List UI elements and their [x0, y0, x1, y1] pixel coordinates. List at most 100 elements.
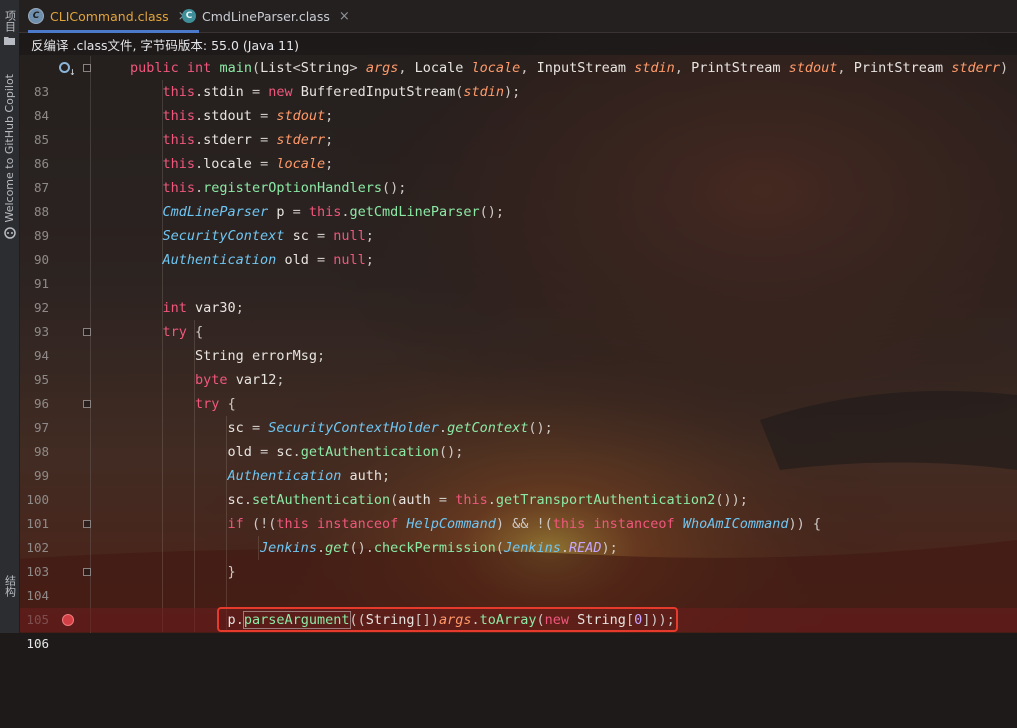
code-line: 86 this.stderr = stderr;: [19, 128, 1017, 171]
tab-cmdlineparser[interactable]: C CmdLineParser.class ×: [182, 0, 350, 32]
tab-label: CmdLineParser.class: [202, 8, 330, 24]
breakpoint-icon[interactable]: [62, 614, 74, 626]
code-token: PrintStream: [853, 60, 944, 76]
code-punctuation: =: [260, 156, 269, 172]
code-token: stderr: [951, 60, 1001, 76]
code-punctuation: .: [195, 108, 204, 124]
code-token: old: [284, 252, 309, 268]
code-punctuation: ,: [837, 60, 846, 76]
code-punctuation: .: [195, 180, 204, 196]
code-punctuation: ;: [325, 156, 334, 172]
code-token: SecurityContext: [162, 228, 285, 244]
code-line: 85 this.stdout = stdout;: [19, 104, 1017, 147]
code-token: getAuthentication: [300, 444, 439, 460]
code-token: locale: [471, 60, 521, 76]
code-punctuation: .: [195, 84, 204, 100]
code-punctuation: ;: [276, 372, 285, 388]
code-token: byte: [195, 372, 228, 388]
code-punctuation: ) && !(: [495, 516, 553, 532]
code-line: 88 this.registerOptionHandlers();: [19, 176, 1017, 219]
code-token: public: [130, 60, 179, 76]
class-file-icon: C: [28, 8, 44, 24]
code-token: main: [219, 60, 252, 76]
code-punctuation: ();: [381, 180, 407, 196]
code-punctuation: ();: [479, 204, 504, 220]
code-token: get: [325, 540, 350, 556]
code-token: InputStream: [536, 60, 627, 76]
code-punctuation: ;: [365, 252, 374, 268]
code-text: int var30;: [130, 296, 244, 320]
fold-icon[interactable]: [83, 328, 91, 336]
code-token: p: [276, 204, 285, 220]
code-token: this: [308, 204, 342, 220]
class-file-icon: C: [182, 9, 196, 23]
line-number: 106: [26, 636, 49, 651]
code-line: 89 CmdLineParser p = this.getCmdLinePars…: [19, 200, 1017, 243]
structure-tool-button[interactable]: 结构: [0, 575, 19, 597]
code-punctuation: =: [251, 420, 261, 436]
code-punctuation: );: [503, 84, 521, 100]
code-punctuation: .: [341, 204, 350, 220]
code-punctuation: .: [195, 156, 204, 172]
code-punctuation: .: [292, 444, 301, 460]
code-punctuation: }: [227, 564, 236, 580]
code-token: null: [333, 252, 366, 268]
fold-icon[interactable]: [83, 400, 91, 408]
code-punctuation: =: [260, 108, 269, 124]
code-token: getContext: [447, 420, 529, 436]
code-token: getTransportAuthentication2: [495, 492, 716, 508]
code-token: int: [186, 60, 212, 76]
code-text: SecurityContext sc = null;: [130, 224, 374, 248]
fold-icon[interactable]: [83, 568, 91, 576]
code-token: Authentication: [227, 468, 342, 484]
code-line: 92: [19, 272, 1017, 315]
code-punctuation: (: [495, 540, 504, 556]
tab-clicommand[interactable]: C CLICommand.class ×: [28, 0, 199, 33]
code-token: stdout: [788, 60, 838, 76]
code-punctuation: (: [251, 60, 261, 76]
project-label: 项目: [3, 10, 17, 32]
code-line: 104 }: [19, 560, 1017, 603]
code-token: this: [552, 516, 586, 532]
code-line: 103 Jenkins.get().checkPermission(Jenkin…: [19, 536, 1017, 579]
code-text: sc = SecurityContextHolder.getContext();: [130, 416, 553, 440]
code-token: READ: [568, 540, 602, 556]
code-punctuation: .: [195, 132, 204, 148]
code-text: this.stderr = stderr;: [130, 128, 334, 152]
fold-icon[interactable]: [83, 64, 91, 72]
code-token: String: [195, 348, 244, 364]
code-token: checkPermission: [373, 540, 496, 556]
code-punctuation: {: [195, 324, 204, 340]
code-line: 99 old = sc.getAuthentication();: [19, 440, 1017, 483]
code-punctuation: .: [560, 540, 569, 556]
code-token: auth: [398, 492, 431, 508]
code-token: BufferedInputStream: [300, 84, 456, 100]
code-punctuation: (!(: [251, 516, 277, 532]
code-punctuation: {: [227, 396, 236, 412]
code-token: try: [195, 396, 220, 412]
code-token: SecurityContextHolder: [268, 420, 439, 436]
code-text: this.stdout = stdout;: [130, 104, 334, 128]
copilot-tool-button[interactable]: Welcome to GitHub Copilot: [0, 74, 19, 239]
code-text: if (!(this instanceof HelpCommand) && !(…: [130, 512, 821, 536]
code-punctuation: ,: [398, 60, 407, 76]
code-line: 90 SecurityContext sc = null;: [19, 224, 1017, 267]
code-token: List: [260, 60, 293, 76]
code-token: locale: [203, 156, 252, 172]
project-tool-button[interactable]: 项目: [0, 10, 19, 45]
code-punctuation: .: [316, 540, 326, 556]
code-token: CmdLineParser: [162, 204, 269, 220]
code-text: public int main(List<String> args, Local…: [130, 56, 1017, 80]
code-token: instanceof: [317, 516, 399, 532]
code-token: sc: [276, 444, 293, 460]
code-token: var12: [235, 372, 277, 388]
close-icon[interactable]: ×: [339, 9, 350, 24]
fold-icon[interactable]: [83, 520, 91, 528]
code-token: stdout: [203, 108, 252, 124]
code-editor[interactable]: 83 ↓ public int main(List<String> args, …: [19, 56, 1017, 651]
editor-tab-bar: C CLICommand.class × C CmdLineParser.cla…: [19, 0, 1017, 33]
code-token: registerOptionHandlers: [203, 180, 382, 196]
code-token: old: [227, 444, 252, 460]
code-punctuation: ;: [235, 300, 244, 316]
code-punctuation: ;: [325, 132, 334, 148]
